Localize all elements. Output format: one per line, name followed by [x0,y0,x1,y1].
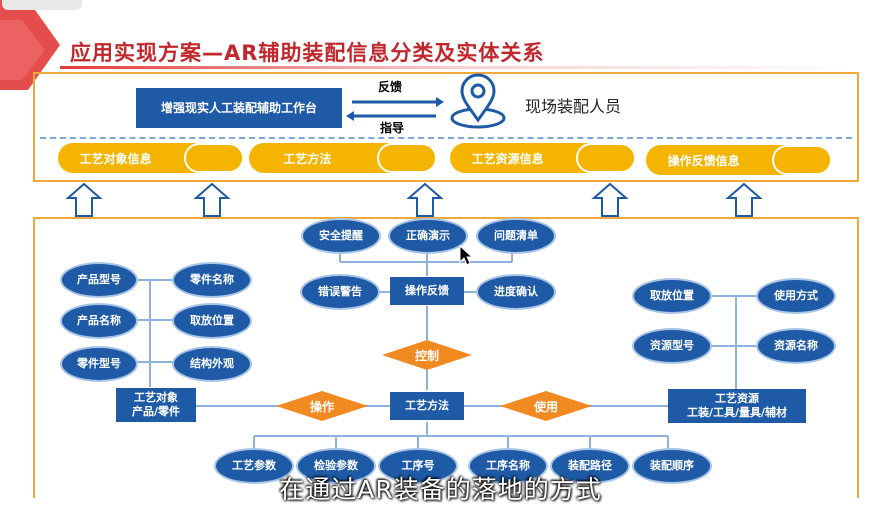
node-operation-feedback: 操作反馈 [390,277,464,305]
node-usage-method: 使用 方式 [756,278,836,314]
node-process-method: 工艺方法 [390,392,464,420]
node-product-name: 产品 名称 [60,303,138,339]
node-safety-reminder: 安全 提醒 [301,218,381,254]
node-issue-list: 问题 清单 [476,218,556,254]
diamond-control: 控制 [382,340,472,370]
node-progress-confirm: 进度 确认 [476,274,556,310]
video-subtitle: 在通过AR装备的落地的方式 [279,475,602,504]
node-structure-appearance: 结构 外观 [172,346,252,382]
node-part-name: 零件 名称 [172,262,252,298]
node-process-resource: 工艺资源 工装/工具/量具/辅材 [668,389,806,423]
mouse-cursor-icon [459,244,474,266]
node-correct-demo: 正确 演示 [388,218,468,254]
slide: 应用实现方案—AR辅助装配信息分类及实体关系 增强现实人工装配辅助工作台 反馈 … [0,0,881,504]
node-part-model: 零件 型号 [60,346,138,382]
node-error-warning: 错误 警告 [300,274,380,310]
node-resource-name: 资源 名称 [756,328,836,364]
node-resource-pick-position: 取放 位置 [632,278,712,314]
node-process-object: 工艺对象 产品/零件 [116,388,196,422]
diamond-use: 使用 [500,391,592,421]
node-resource-model: 资源 型号 [632,328,712,364]
node-pick-position: 取放 位置 [172,303,252,339]
node-product-model: 产品 型号 [60,262,138,298]
diamond-operate: 操作 [276,391,368,421]
